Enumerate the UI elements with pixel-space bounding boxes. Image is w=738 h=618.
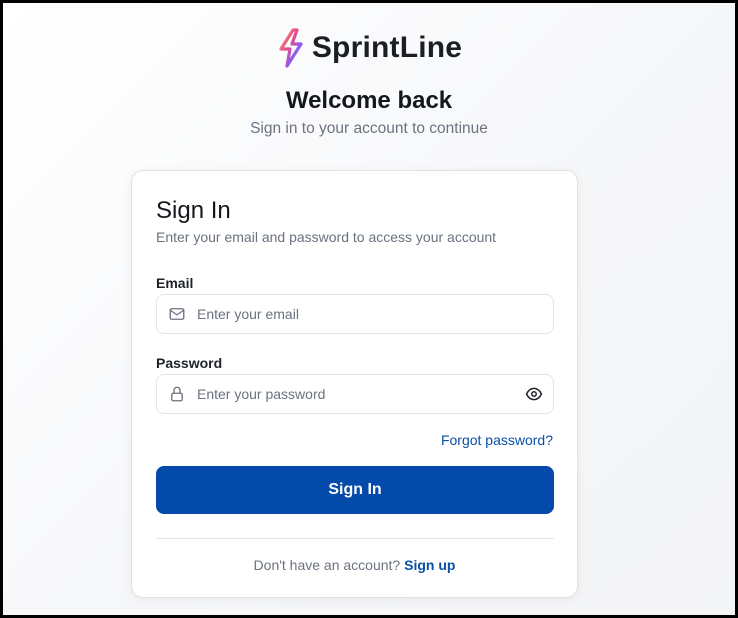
- email-input[interactable]: [197, 295, 517, 333]
- signup-prompt: Don't have an account? Sign up: [132, 557, 577, 573]
- welcome-title: Welcome back: [285, 87, 453, 114]
- sign-up-link[interactable]: Sign up: [404, 557, 455, 573]
- brand-header: SprintLine: [3, 27, 735, 69]
- eye-icon[interactable]: [525, 385, 543, 403]
- card-description: Enter your email and password to access …: [156, 229, 497, 245]
- password-label: Password: [156, 355, 223, 371]
- divider: [156, 538, 554, 539]
- password-field-wrapper: [156, 374, 554, 414]
- lock-icon: [171, 386, 183, 402]
- login-page: SprintLine Welcome back Sign in to your …: [0, 0, 738, 618]
- welcome-subtitle: Sign in to your account to continue: [250, 120, 488, 137]
- mail-icon: [169, 308, 185, 320]
- forgot-password-link[interactable]: Forgot password?: [441, 432, 553, 448]
- email-field-wrapper: [156, 294, 554, 334]
- sign-in-card: Sign In Enter your email and password to…: [131, 170, 578, 598]
- email-label: Email: [156, 275, 194, 291]
- sign-in-button[interactable]: Sign In: [156, 466, 554, 514]
- card-title: Sign In: [156, 197, 231, 224]
- signup-prompt-text: Don't have an account?: [253, 557, 401, 573]
- password-input[interactable]: [197, 375, 517, 413]
- brand-name: SprintLine: [311, 31, 463, 64]
- lightning-bolt-icon: [279, 28, 303, 68]
